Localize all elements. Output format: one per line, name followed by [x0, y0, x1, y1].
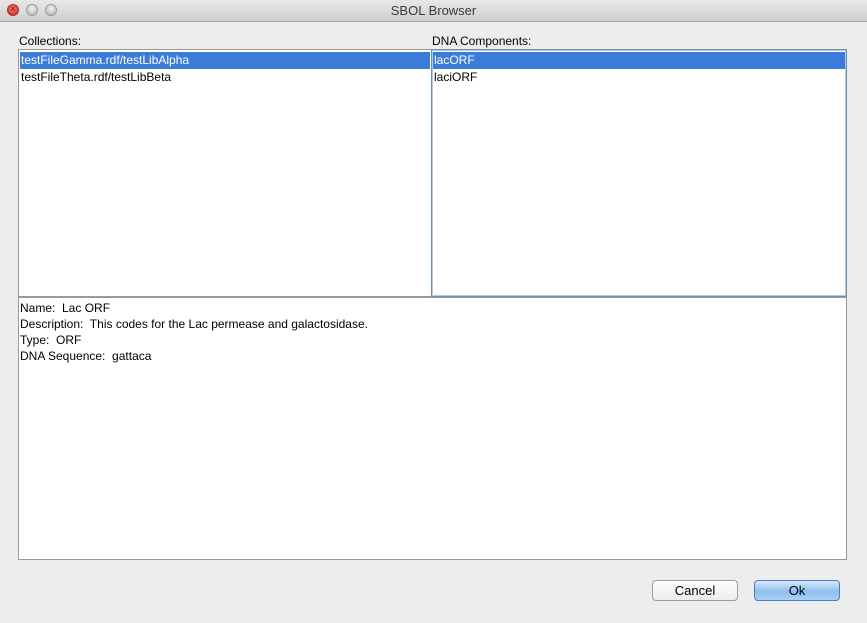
dna-components-label: DNA Components:	[432, 34, 532, 48]
collections-list[interactable]: testFileGamma.rdf/testLibAlpha testFileT…	[18, 49, 432, 297]
dna-component-item[interactable]: lacORF	[433, 52, 845, 69]
collection-item[interactable]: testFileGamma.rdf/testLibAlpha	[20, 52, 430, 69]
dna-components-list[interactable]: lacORF laciORF	[431, 49, 847, 297]
title-bar[interactable]: × SBOL Browser	[0, 0, 867, 22]
cancel-button[interactable]: Cancel	[652, 580, 738, 601]
detail-name: Name: Lac ORF	[20, 301, 111, 315]
ok-button[interactable]: Ok	[754, 580, 840, 601]
detail-type: Type: ORF	[20, 333, 82, 347]
dna-component-item[interactable]: laciORF	[433, 69, 845, 86]
collections-label: Collections:	[19, 34, 82, 48]
component-details-panel[interactable]: Name: Lac ORF Description: This codes fo…	[18, 297, 847, 560]
detail-dna-sequence: DNA Sequence: gattaca	[20, 349, 152, 363]
window-title: SBOL Browser	[390, 3, 477, 18]
detail-description: Description: This codes for the Lac perm…	[20, 317, 368, 331]
sbol-browser-window: × SBOL Browser Collections: DNA Componen…	[0, 0, 867, 623]
collection-item[interactable]: testFileTheta.rdf/testLibBeta	[20, 69, 430, 86]
